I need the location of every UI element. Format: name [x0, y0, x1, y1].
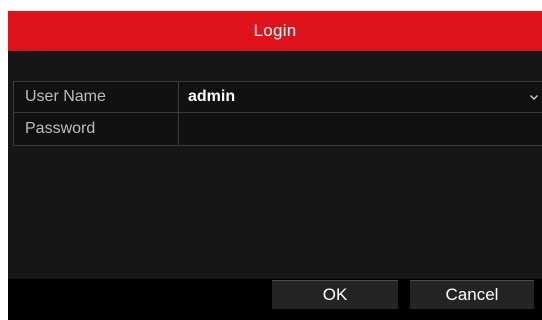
password-label: Password [14, 113, 179, 145]
password-row: Password [13, 113, 542, 147]
username-select[interactable]: admin [179, 82, 542, 112]
username-value: admin [188, 88, 236, 105]
login-form: User Name admin Password [13, 75, 542, 147]
login-dialog: Login User Name admin Password [8, 11, 542, 320]
username-label: User Name [14, 82, 179, 112]
dialog-titlebar: Login [8, 11, 542, 51]
password-input[interactable] [179, 113, 542, 147]
dialog-title: Login [253, 21, 297, 40]
username-row: User Name admin [13, 81, 542, 113]
cancel-button[interactable]: Cancel [410, 280, 534, 309]
chevron-down-icon[interactable] [529, 92, 539, 102]
ok-button[interactable]: OK [272, 280, 398, 309]
